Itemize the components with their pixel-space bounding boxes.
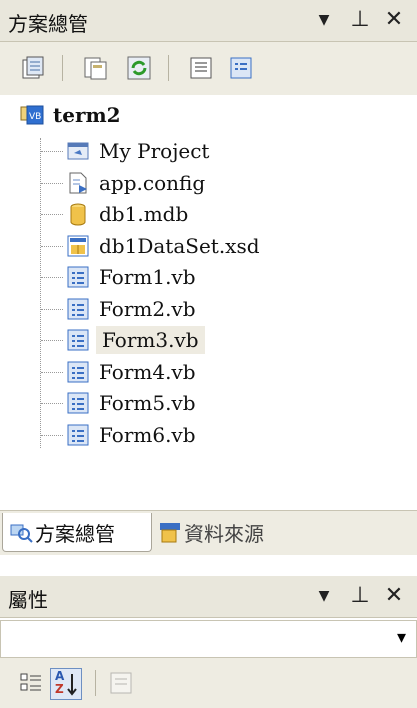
refresh-icon[interactable] — [126, 55, 152, 81]
form-icon — [66, 297, 90, 321]
tab-solution-explorer-label: 方案總管 — [35, 521, 115, 546]
tree-guide-line — [41, 151, 63, 152]
tab-data-sources-label: 資料來源 — [184, 521, 264, 546]
properties-object-selector[interactable]: ▾ — [0, 620, 417, 658]
tree-guide-line — [41, 277, 63, 278]
show-all-files-icon[interactable] — [82, 55, 108, 81]
toolbar-separator — [95, 670, 96, 696]
data-sources-icon — [158, 520, 182, 544]
categorized-icon[interactable] — [18, 670, 44, 696]
solution-explorer-toolbar — [0, 42, 417, 95]
form-icon — [66, 328, 90, 352]
form-icon — [66, 391, 90, 415]
tree-item-label: db1DataSet.xsd — [99, 233, 260, 258]
config-file-icon — [66, 171, 90, 195]
tree-item[interactable]: Form4.vb — [66, 357, 199, 387]
vb-project-icon: VB — [20, 103, 44, 127]
tab-data-sources[interactable]: 資料來源 — [156, 513, 296, 551]
tree-guide-line — [41, 403, 63, 404]
tree-item[interactable]: Form1.vb — [66, 262, 199, 292]
close-icon[interactable]: ✕ — [382, 6, 406, 34]
pin-icon[interactable]: ⊥ — [348, 6, 372, 34]
toolbar-separator — [168, 55, 169, 81]
window-position-dropdown-icon[interactable]: ▼ — [312, 6, 336, 34]
dataset-icon — [66, 234, 90, 258]
database-icon — [66, 202, 90, 226]
tree-root-project[interactable]: VB term2 — [20, 100, 124, 130]
solution-tree: VB term2 My Project app.config db1.mdb db1D… — [0, 95, 417, 510]
form-icon — [66, 423, 90, 447]
solution-explorer-title: 方案總管 — [8, 12, 88, 36]
tool-window-tabs: 方案總管 資料來源 — [0, 510, 417, 555]
tree-guide-line — [41, 371, 63, 373]
tree-item-label: Form3.vb — [96, 326, 205, 354]
form-icon — [66, 360, 90, 384]
tree-guide-line — [40, 138, 41, 448]
properties-dropdown-icon[interactable]: ▼ — [312, 582, 336, 610]
tree-item-label: My Project — [99, 139, 210, 163]
tree-item-label: Form5.vb — [99, 391, 196, 415]
solution-explorer-header: 方案總管 ▼ ⊥ ✕ — [0, 0, 417, 42]
properties-icon[interactable] — [20, 55, 46, 81]
svg-text:VB: VB — [29, 112, 41, 122]
tree-guide-line — [41, 245, 63, 247]
properties-toolbar: A Z — [0, 658, 417, 708]
view-code-icon[interactable] — [188, 55, 214, 81]
tree-item[interactable]: db1.mdb — [66, 199, 191, 229]
form-icon — [66, 265, 90, 289]
view-designer-icon[interactable] — [228, 55, 254, 81]
tree-guide-line — [41, 340, 63, 341]
tree-item[interactable]: Form3.vb — [66, 325, 205, 355]
tree-item[interactable]: db1DataSet.xsd — [66, 231, 263, 261]
properties-close-icon[interactable]: ✕ — [382, 582, 406, 610]
tree-guide-line — [41, 182, 63, 184]
solution-explorer-icon — [9, 520, 33, 544]
chevron-down-icon[interactable]: ▾ — [397, 627, 406, 648]
tree-item-label: app.config — [99, 170, 206, 195]
toolbar-separator — [62, 55, 63, 81]
tree-item[interactable]: app.config — [66, 168, 208, 198]
project-label: term2 — [53, 103, 121, 127]
tree-guide-line — [41, 434, 63, 436]
tree-guide-line — [41, 308, 63, 310]
property-pages-icon[interactable] — [108, 670, 134, 696]
tree-item[interactable]: My Project — [66, 136, 212, 166]
tree-item-label: Form4.vb — [99, 359, 196, 384]
tab-solution-explorer[interactable]: 方案總管 — [2, 513, 152, 552]
tree-item-label: Form2.vb — [99, 296, 196, 321]
tree-item-label: Form6.vb — [99, 422, 196, 447]
my-project-icon — [66, 139, 90, 163]
properties-title: 屬性 — [8, 588, 48, 612]
tree-item-label: Form1.vb — [99, 265, 196, 289]
tree-guide-line — [41, 214, 63, 215]
properties-header: 屬性 ▼ ⊥ ✕ — [0, 576, 417, 618]
tree-item[interactable]: Form5.vb — [66, 388, 199, 418]
alphabetical-icon[interactable]: A Z — [50, 668, 82, 700]
properties-pin-icon[interactable]: ⊥ — [348, 582, 372, 610]
tree-item[interactable]: Form6.vb — [66, 420, 199, 450]
tree-item-label: db1.mdb — [99, 202, 189, 226]
tree-item[interactable]: Form2.vb — [66, 294, 199, 324]
